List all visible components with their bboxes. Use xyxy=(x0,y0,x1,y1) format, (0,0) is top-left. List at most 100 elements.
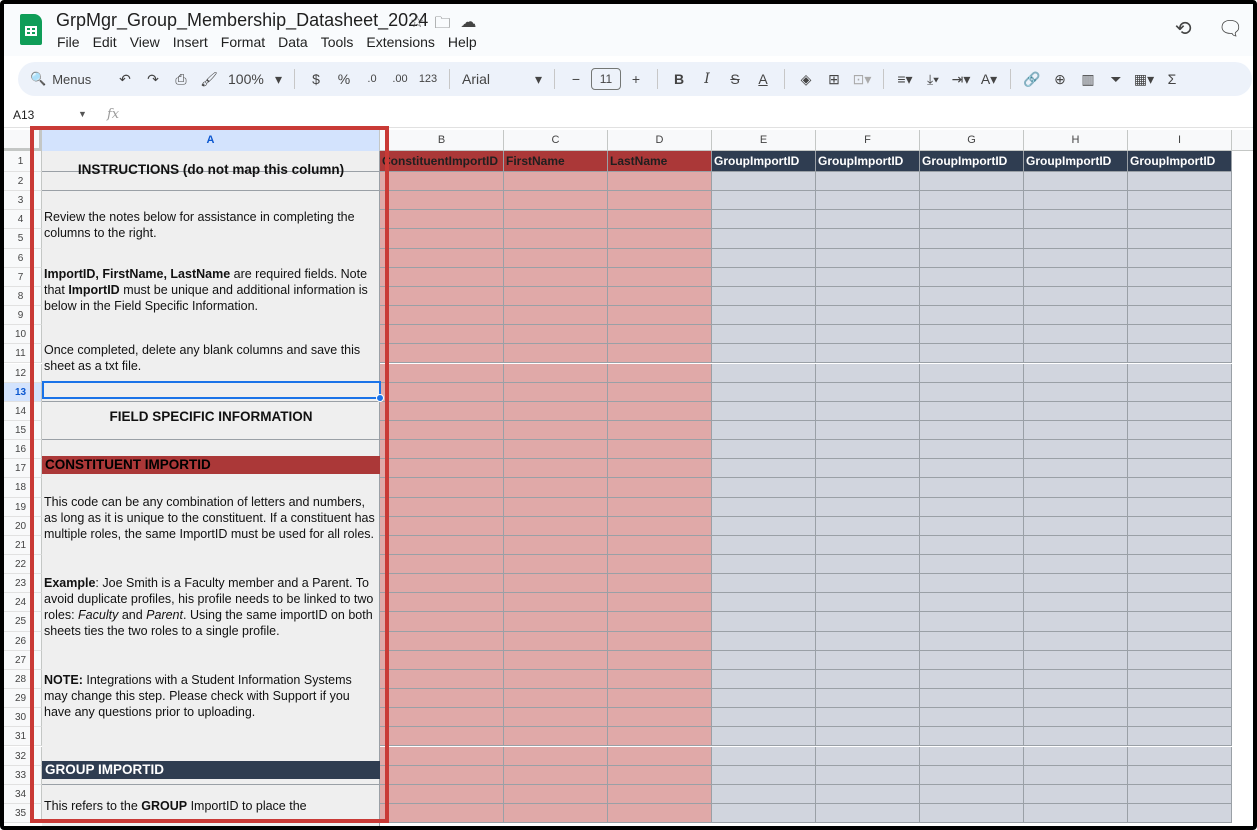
vertical-align-icon[interactable]: ⤓▾ xyxy=(920,66,946,92)
cell-d29[interactable] xyxy=(608,689,712,709)
cell-i19[interactable] xyxy=(1128,497,1232,517)
cell-e20[interactable] xyxy=(712,516,816,536)
cell-h33[interactable] xyxy=(1024,765,1128,785)
document-title[interactable]: GrpMgr_Group_Membership_Datasheet_2024 xyxy=(56,10,428,31)
cell-c17[interactable] xyxy=(504,459,608,479)
cell-f27[interactable] xyxy=(816,650,920,670)
cell-i29[interactable] xyxy=(1128,689,1232,709)
cell-e23[interactable] xyxy=(712,574,816,594)
cell-f28[interactable] xyxy=(816,669,920,690)
cell-i24[interactable] xyxy=(1128,593,1232,613)
cell-g9[interactable] xyxy=(920,306,1024,326)
cell-b33[interactable] xyxy=(380,765,504,785)
increase-font-size-icon[interactable]: + xyxy=(623,66,649,92)
cell-d28[interactable] xyxy=(608,669,712,690)
header-cell-h[interactable]: GroupImportID xyxy=(1024,151,1128,172)
cell-d21[interactable] xyxy=(608,535,712,555)
cell-f3[interactable] xyxy=(816,191,920,211)
cell-h12[interactable] xyxy=(1024,363,1128,383)
cell-b30[interactable] xyxy=(380,708,504,728)
cell-b6[interactable] xyxy=(380,248,504,268)
merge-cells-icon[interactable]: ⊡▾ xyxy=(849,66,875,92)
cell-b17[interactable] xyxy=(380,459,504,479)
cell-g33[interactable] xyxy=(920,765,1024,785)
menu-view[interactable]: View xyxy=(130,34,166,50)
cell-d18[interactable] xyxy=(608,478,712,498)
cell-d2[interactable] xyxy=(608,172,712,192)
cell-h32[interactable] xyxy=(1024,746,1128,766)
cell-d5[interactable] xyxy=(608,229,712,249)
cell-i12[interactable] xyxy=(1128,363,1232,383)
cell-c3[interactable] xyxy=(504,191,608,211)
cell-i5[interactable] xyxy=(1128,229,1232,249)
cell-g15[interactable] xyxy=(920,420,1024,441)
search-menus-button[interactable]: 🔍 Menus xyxy=(30,66,110,92)
cell-g4[interactable] xyxy=(920,210,1024,230)
cell-f21[interactable] xyxy=(816,535,920,555)
cell-i14[interactable] xyxy=(1128,401,1232,421)
cell-b10[interactable] xyxy=(380,325,504,345)
cell-d19[interactable] xyxy=(608,497,712,517)
cell-c10[interactable] xyxy=(504,325,608,345)
cell-b14[interactable] xyxy=(380,401,504,421)
cell-c21[interactable] xyxy=(504,535,608,555)
cell-e2[interactable] xyxy=(712,172,816,192)
cell-i15[interactable] xyxy=(1128,420,1232,441)
cell-c7[interactable] xyxy=(504,267,608,287)
cell-b20[interactable] xyxy=(380,516,504,536)
column-header-b[interactable]: B xyxy=(380,130,504,151)
cell-b2[interactable] xyxy=(380,172,504,192)
cell-f4[interactable] xyxy=(816,210,920,230)
cell-d25[interactable] xyxy=(608,612,712,632)
percent-format-button[interactable]: % xyxy=(331,66,357,92)
header-cell-f[interactable]: GroupImportID xyxy=(816,151,920,172)
column-header-d[interactable]: D xyxy=(608,130,712,151)
cell-h26[interactable] xyxy=(1024,631,1128,651)
cell-c33[interactable] xyxy=(504,765,608,785)
cell-h19[interactable] xyxy=(1024,497,1128,517)
cell-h3[interactable] xyxy=(1024,191,1128,211)
menu-help[interactable]: Help xyxy=(448,34,483,50)
cell-d4[interactable] xyxy=(608,210,712,230)
cell-h18[interactable] xyxy=(1024,478,1128,498)
cell-h34[interactable] xyxy=(1024,784,1128,804)
cell-b28[interactable] xyxy=(380,669,504,690)
cell-g35[interactable] xyxy=(920,803,1024,824)
cell-g27[interactable] xyxy=(920,650,1024,670)
cell-c22[interactable] xyxy=(504,555,608,575)
cell-h25[interactable] xyxy=(1024,612,1128,632)
cell-g31[interactable] xyxy=(920,727,1024,747)
cell-g7[interactable] xyxy=(920,267,1024,287)
header-cell-g[interactable]: GroupImportID xyxy=(920,151,1024,172)
cell-f31[interactable] xyxy=(816,727,920,747)
cell-h8[interactable] xyxy=(1024,286,1128,307)
cell-d7[interactable] xyxy=(608,267,712,287)
font-select[interactable]: Arial ▾ xyxy=(458,66,546,92)
column-header-e[interactable]: E xyxy=(712,130,816,151)
cell-d13[interactable] xyxy=(608,382,712,402)
cell-b5[interactable] xyxy=(380,229,504,249)
cell-h16[interactable] xyxy=(1024,440,1128,460)
cell-e6[interactable] xyxy=(712,248,816,268)
cell-c9[interactable] xyxy=(504,306,608,326)
cell-c24[interactable] xyxy=(504,593,608,613)
cell-f33[interactable] xyxy=(816,765,920,785)
cell-h9[interactable] xyxy=(1024,306,1128,326)
cell-g14[interactable] xyxy=(920,401,1024,421)
cell-h4[interactable] xyxy=(1024,210,1128,230)
cell-i8[interactable] xyxy=(1128,286,1232,307)
cell-h35[interactable] xyxy=(1024,803,1128,824)
cell-f20[interactable] xyxy=(816,516,920,536)
cell-e21[interactable] xyxy=(712,535,816,555)
cell-f32[interactable] xyxy=(816,746,920,766)
cell-i20[interactable] xyxy=(1128,516,1232,536)
cell-d16[interactable] xyxy=(608,440,712,460)
header-cell-b[interactable]: ConstituentImportID xyxy=(380,151,504,172)
cell-b8[interactable] xyxy=(380,286,504,307)
cell-h5[interactable] xyxy=(1024,229,1128,249)
cell-i23[interactable] xyxy=(1128,574,1232,594)
cell-c15[interactable] xyxy=(504,420,608,441)
cell-i22[interactable] xyxy=(1128,555,1232,575)
cell-g16[interactable] xyxy=(920,440,1024,460)
cell-c23[interactable] xyxy=(504,574,608,594)
